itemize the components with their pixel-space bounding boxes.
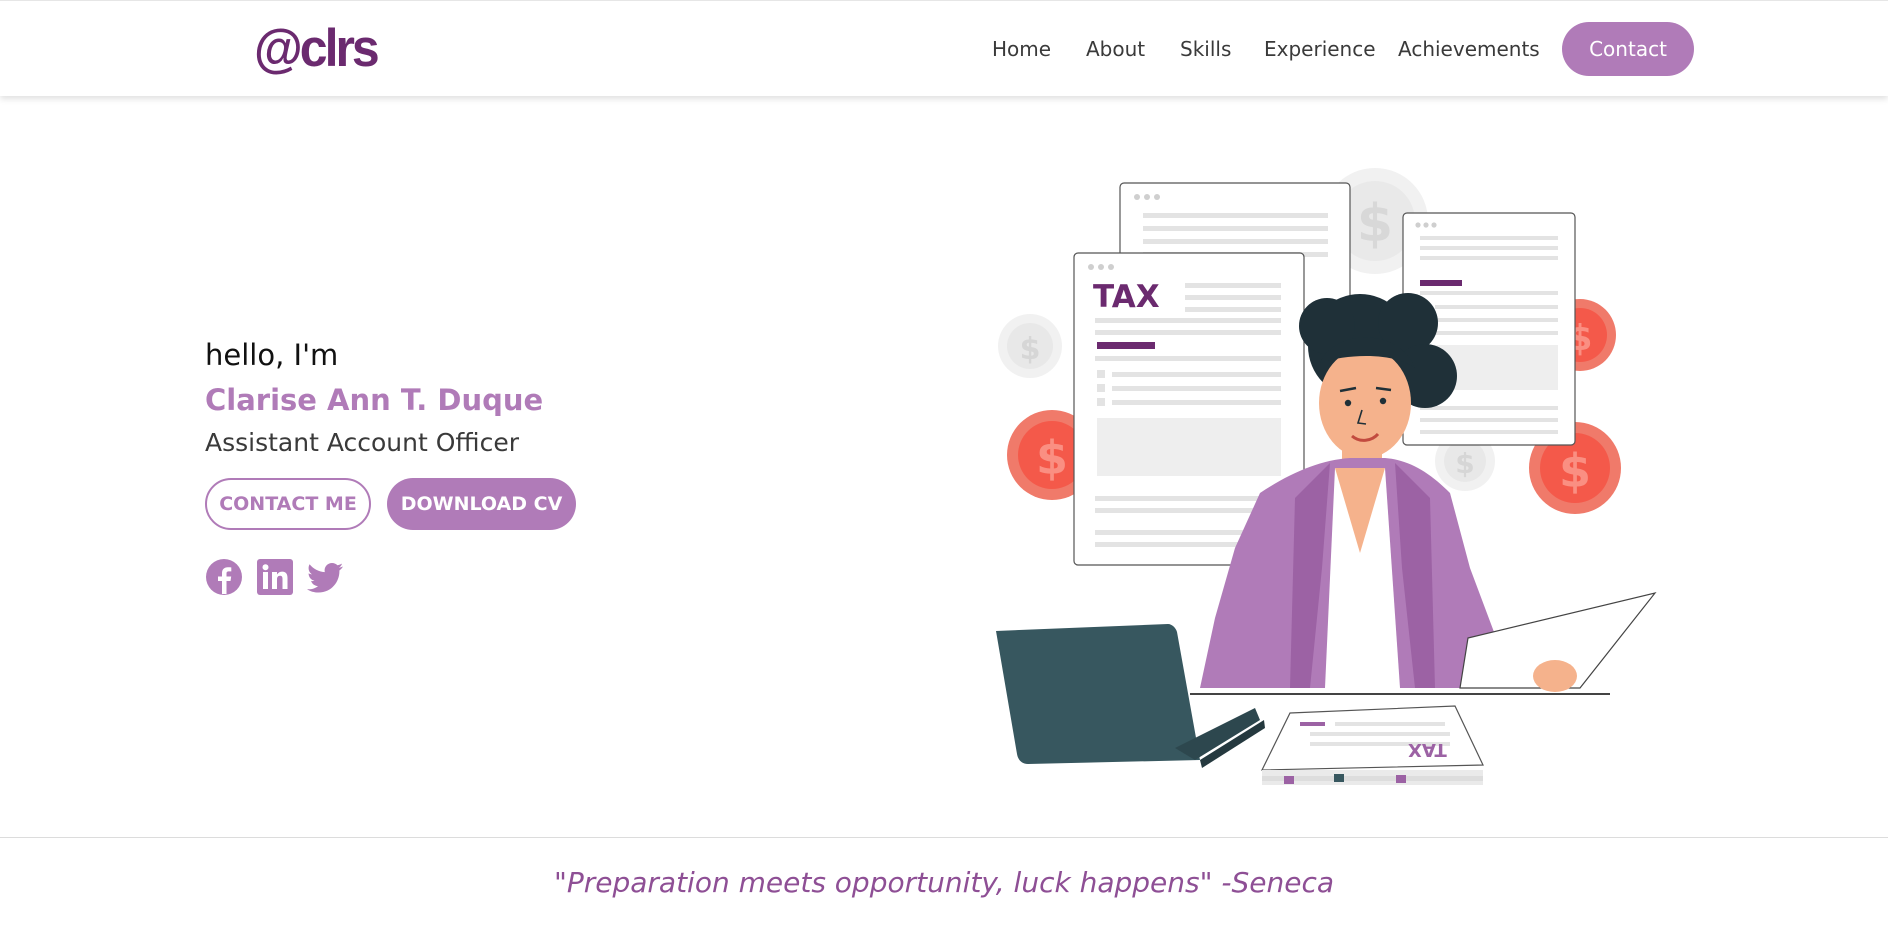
download-cv-button[interactable]: DOWNLOAD CV — [387, 478, 576, 530]
linkedin-icon[interactable] — [256, 558, 294, 596]
nav-link-achievements[interactable]: Achievements — [1398, 37, 1540, 61]
nav-link-home[interactable]: Home — [992, 37, 1051, 61]
top-navbar: @clrs Home About Skills Experience Achie… — [0, 0, 1888, 96]
hero-job-title: Assistant Account Officer — [205, 428, 519, 457]
footer-quote: "Preparation meets opportunity, luck hap… — [553, 866, 1335, 899]
svg-text:$: $ — [1455, 447, 1474, 480]
nav-link-about[interactable]: About — [1086, 37, 1145, 61]
tax-label-small: TAX — [1408, 739, 1447, 760]
contact-me-button[interactable]: CONTACT ME — [205, 478, 371, 530]
svg-text:$: $ — [1036, 431, 1068, 485]
hero-illustration: $ $ $ $ $ $ TAX TAX — [990, 148, 1660, 793]
svg-text:$: $ — [1020, 332, 1041, 367]
hero-greeting: hello, I'm — [205, 338, 339, 372]
section-divider — [0, 837, 1888, 838]
hero-name: Clarise Ann T. Duque — [205, 383, 544, 417]
svg-text:$: $ — [1559, 444, 1591, 498]
tax-label: TAX — [1093, 279, 1160, 315]
svg-text:$: $ — [1357, 194, 1393, 254]
nav-contact-button[interactable]: Contact — [1562, 22, 1694, 76]
nav-link-skills[interactable]: Skills — [1180, 37, 1231, 61]
nav-link-experience[interactable]: Experience — [1264, 37, 1376, 61]
twitter-icon[interactable] — [305, 558, 345, 596]
facebook-icon[interactable] — [205, 558, 243, 596]
